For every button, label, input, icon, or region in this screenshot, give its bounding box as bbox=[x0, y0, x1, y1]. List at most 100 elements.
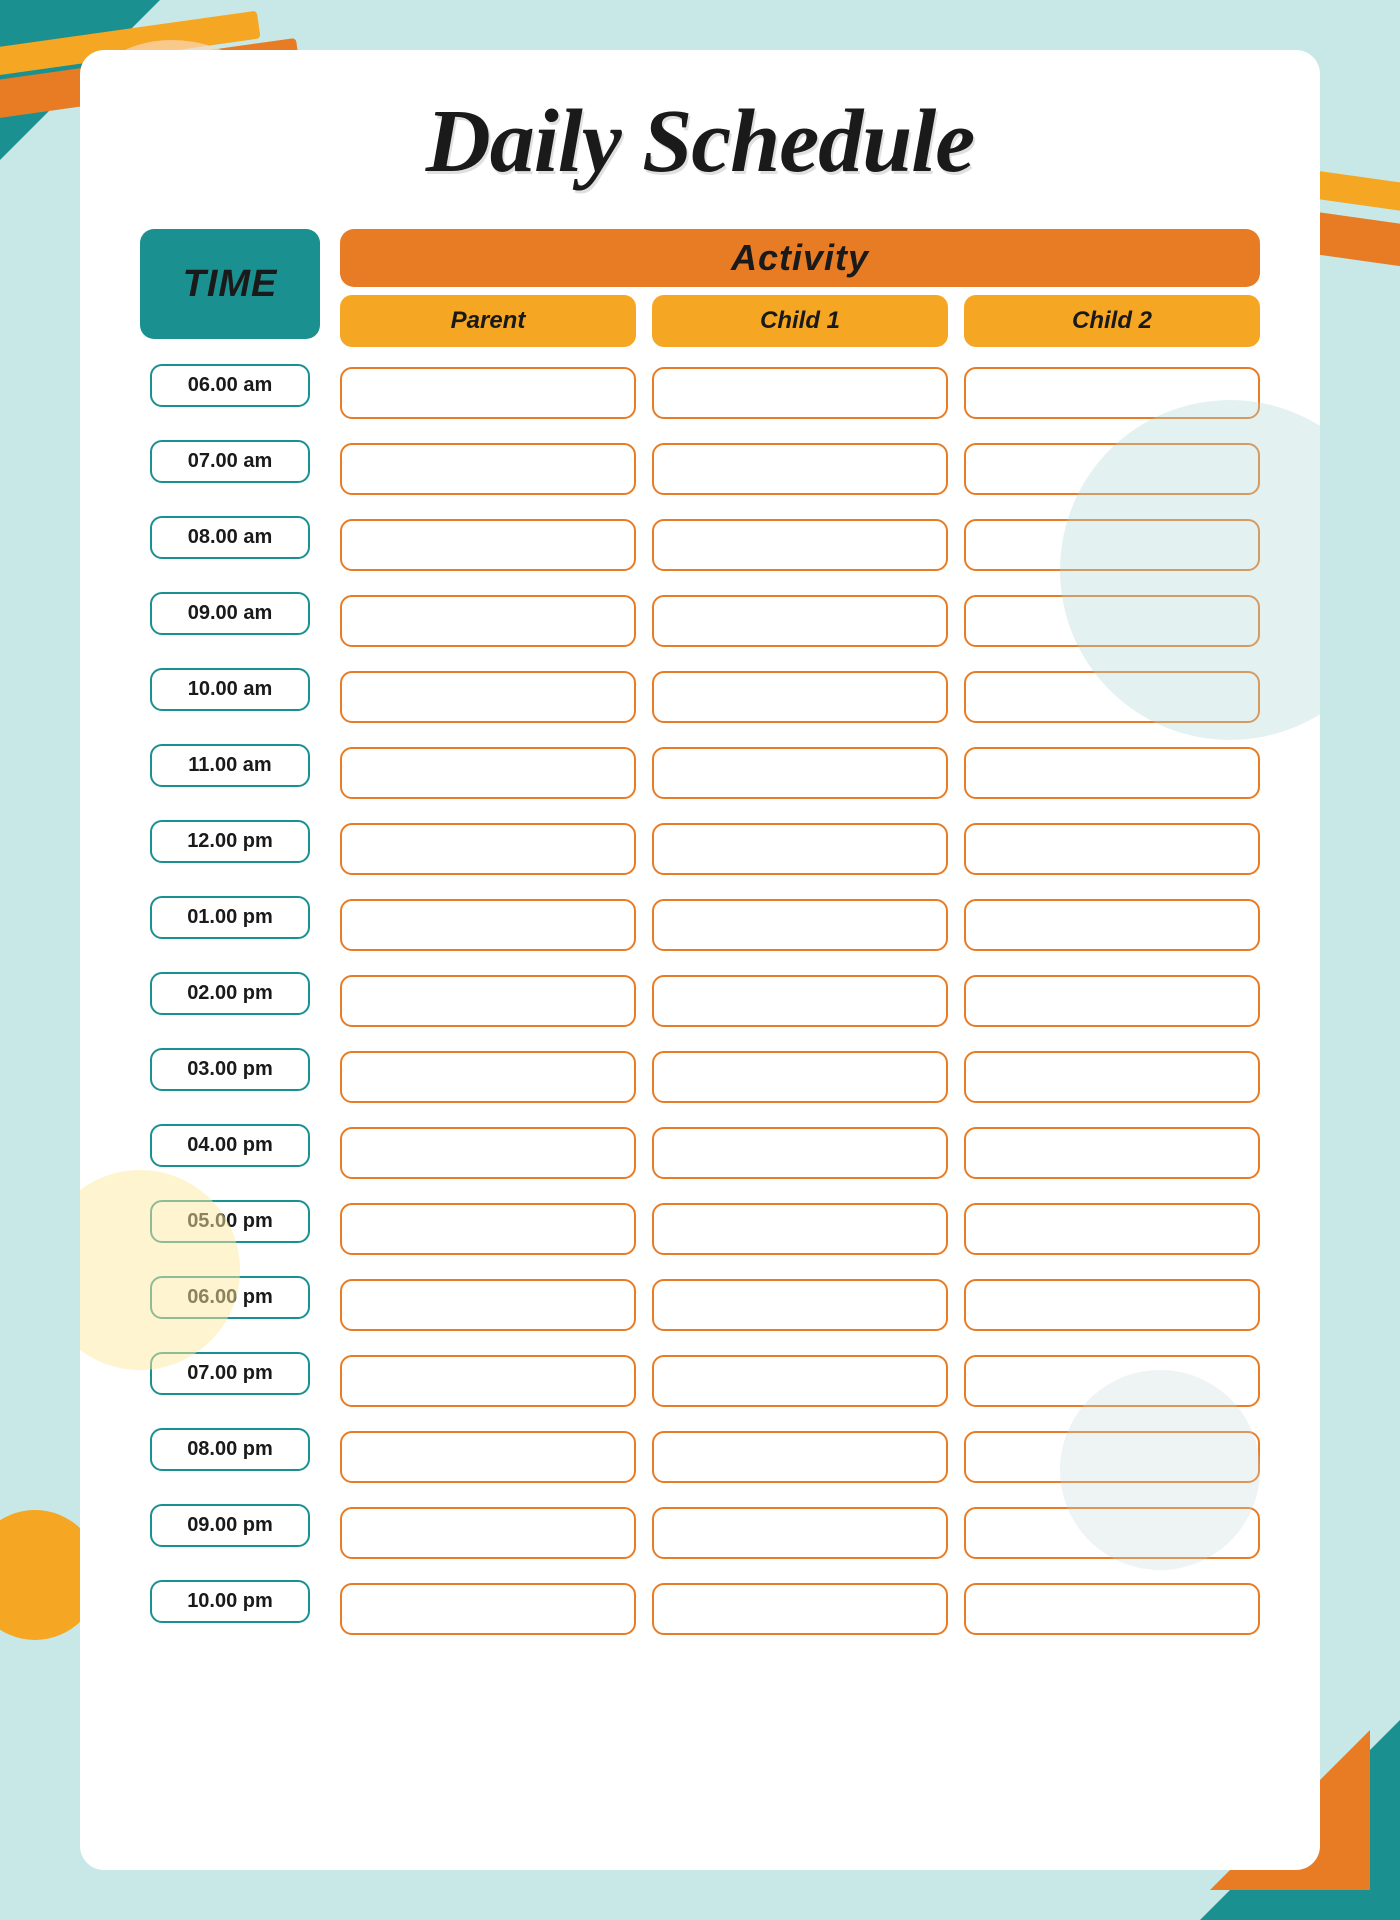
child1-header-label: Child 1 bbox=[760, 307, 840, 335]
cell-child1-12[interactable] bbox=[652, 1279, 948, 1331]
time-label: 07.00 am bbox=[150, 440, 310, 483]
table-row bbox=[340, 1119, 1260, 1187]
time-label: 12.00 pm bbox=[150, 820, 310, 863]
cell-parent-15[interactable] bbox=[340, 1507, 636, 1559]
cell-child1-14[interactable] bbox=[652, 1431, 948, 1483]
time-slot: 11.00 am bbox=[140, 731, 320, 799]
time-label: 06.00 am bbox=[150, 364, 310, 407]
time-slot: 05.00 pm bbox=[140, 1187, 320, 1255]
time-slot: 01.00 pm bbox=[140, 883, 320, 951]
cell-child2-10[interactable] bbox=[964, 1127, 1260, 1179]
parent-header: Parent bbox=[340, 295, 636, 347]
time-slot: 03.00 pm bbox=[140, 1035, 320, 1103]
cell-parent-10[interactable] bbox=[340, 1127, 636, 1179]
data-rows bbox=[340, 359, 1260, 1651]
cell-parent-9[interactable] bbox=[340, 1051, 636, 1103]
time-slot: 04.00 pm bbox=[140, 1111, 320, 1179]
cell-child2-7[interactable] bbox=[964, 899, 1260, 951]
cell-parent-4[interactable] bbox=[340, 671, 636, 723]
time-label: 05.00 pm bbox=[150, 1200, 310, 1243]
cell-child1-1[interactable] bbox=[652, 443, 948, 495]
cell-child1-0[interactable] bbox=[652, 367, 948, 419]
table-row bbox=[340, 663, 1260, 731]
cell-child1-4[interactable] bbox=[652, 671, 948, 723]
cell-child2-8[interactable] bbox=[964, 975, 1260, 1027]
cell-child1-7[interactable] bbox=[652, 899, 948, 951]
cell-child1-9[interactable] bbox=[652, 1051, 948, 1103]
time-label: 02.00 pm bbox=[150, 972, 310, 1015]
table-row bbox=[340, 1423, 1260, 1491]
cell-child1-3[interactable] bbox=[652, 595, 948, 647]
cell-parent-8[interactable] bbox=[340, 975, 636, 1027]
cell-child2-2[interactable] bbox=[964, 519, 1260, 571]
time-slot: 10.00 pm bbox=[140, 1567, 320, 1635]
table-row bbox=[340, 587, 1260, 655]
cell-parent-3[interactable] bbox=[340, 595, 636, 647]
cell-child2-11[interactable] bbox=[964, 1203, 1260, 1255]
cell-child2-1[interactable] bbox=[964, 443, 1260, 495]
cell-child2-6[interactable] bbox=[964, 823, 1260, 875]
cell-parent-14[interactable] bbox=[340, 1431, 636, 1483]
table-row bbox=[340, 739, 1260, 807]
time-label: 10.00 am bbox=[150, 668, 310, 711]
cell-child1-5[interactable] bbox=[652, 747, 948, 799]
cell-child1-10[interactable] bbox=[652, 1127, 948, 1179]
cell-child2-5[interactable] bbox=[964, 747, 1260, 799]
time-slots: 06.00 am 07.00 am 08.00 am 09.00 am 10.00 am… bbox=[140, 351, 320, 1643]
time-slot: 06.00 pm bbox=[140, 1263, 320, 1331]
cell-parent-5[interactable] bbox=[340, 747, 636, 799]
cell-parent-2[interactable] bbox=[340, 519, 636, 571]
cell-child1-13[interactable] bbox=[652, 1355, 948, 1407]
activity-title-label: Activity bbox=[731, 237, 869, 279]
cell-child2-15[interactable] bbox=[964, 1507, 1260, 1559]
activity-header: Activity Parent Child 1 Child 2 bbox=[340, 229, 1260, 347]
time-label: 09.00 pm bbox=[150, 1504, 310, 1547]
cell-child1-11[interactable] bbox=[652, 1203, 948, 1255]
cell-child2-0[interactable] bbox=[964, 367, 1260, 419]
activity-title-bar: Activity bbox=[340, 229, 1260, 287]
cell-child1-8[interactable] bbox=[652, 975, 948, 1027]
table-row bbox=[340, 815, 1260, 883]
cell-parent-1[interactable] bbox=[340, 443, 636, 495]
table-row bbox=[340, 435, 1260, 503]
cell-child2-3[interactable] bbox=[964, 595, 1260, 647]
cell-parent-12[interactable] bbox=[340, 1279, 636, 1331]
time-slot: 02.00 pm bbox=[140, 959, 320, 1027]
time-header-label: TIME bbox=[183, 263, 278, 306]
time-slot: 07.00 pm bbox=[140, 1339, 320, 1407]
cell-child2-16[interactable] bbox=[964, 1583, 1260, 1635]
cell-parent-16[interactable] bbox=[340, 1583, 636, 1635]
cell-parent-6[interactable] bbox=[340, 823, 636, 875]
cell-child2-9[interactable] bbox=[964, 1051, 1260, 1103]
cell-parent-11[interactable] bbox=[340, 1203, 636, 1255]
cell-child1-15[interactable] bbox=[652, 1507, 948, 1559]
cell-child2-12[interactable] bbox=[964, 1279, 1260, 1331]
time-slot: 12.00 pm bbox=[140, 807, 320, 875]
cell-child1-6[interactable] bbox=[652, 823, 948, 875]
parent-header-label: Parent bbox=[451, 307, 526, 335]
page-title: Daily Schedule bbox=[140, 90, 1260, 193]
cell-parent-0[interactable] bbox=[340, 367, 636, 419]
table-row bbox=[340, 359, 1260, 427]
cell-child2-4[interactable] bbox=[964, 671, 1260, 723]
time-slot: 06.00 am bbox=[140, 351, 320, 419]
time-label: 04.00 pm bbox=[150, 1124, 310, 1167]
cell-parent-7[interactable] bbox=[340, 899, 636, 951]
time-label: 08.00 pm bbox=[150, 1428, 310, 1471]
time-label: 06.00 pm bbox=[150, 1276, 310, 1319]
time-column: TIME 06.00 am 07.00 am 08.00 am 09.00 am 10.… bbox=[140, 229, 320, 1651]
table-row bbox=[340, 967, 1260, 1035]
cell-child2-13[interactable] bbox=[964, 1355, 1260, 1407]
time-slot: 09.00 pm bbox=[140, 1491, 320, 1559]
column-headers: Parent Child 1 Child 2 bbox=[340, 295, 1260, 347]
table-row bbox=[340, 1575, 1260, 1643]
cell-child2-14[interactable] bbox=[964, 1431, 1260, 1483]
time-label: 09.00 am bbox=[150, 592, 310, 635]
cell-parent-13[interactable] bbox=[340, 1355, 636, 1407]
cell-child1-2[interactable] bbox=[652, 519, 948, 571]
time-label: 08.00 am bbox=[150, 516, 310, 559]
time-label: 10.00 pm bbox=[150, 1580, 310, 1623]
time-label: 11.00 am bbox=[150, 744, 310, 787]
time-slot: 09.00 am bbox=[140, 579, 320, 647]
cell-child1-16[interactable] bbox=[652, 1583, 948, 1635]
